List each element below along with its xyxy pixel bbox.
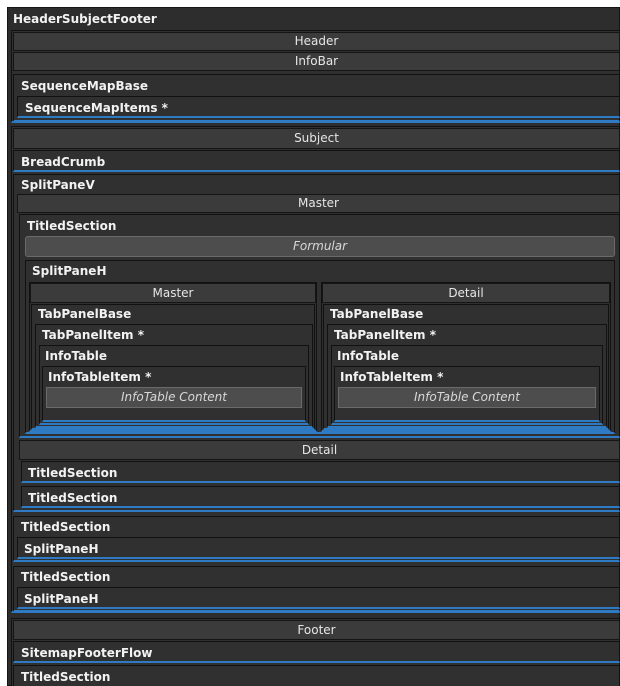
titled-section-group-2-title: TitledSection <box>21 570 111 584</box>
titled-section-group-1-title: TitledSection <box>21 520 111 534</box>
split-pane-v-title: SplitPaneV <box>21 178 95 192</box>
master-column-bar: Master <box>30 283 316 303</box>
sitemap-footer-flow: SitemapFooterFlow <box>13 641 620 663</box>
right-infotable-content: InfoTable Content <box>338 387 596 408</box>
detail-column-bar: Detail <box>322 283 610 303</box>
right-tab-panel-item-title: TabPanelItem * <box>334 328 436 342</box>
hsf-title: HeaderSubjectFooter <box>13 12 157 26</box>
sequence-map-base-title: SequenceMapBase <box>21 79 149 93</box>
footer-titled-section: TitledSection <box>13 665 620 686</box>
left-infotable-title: InfoTable <box>45 349 108 363</box>
detail-bar: Detail <box>19 440 620 460</box>
sequence-map-items: SequenceMapItems * <box>17 96 620 118</box>
right-infotable-title: InfoTable <box>337 349 400 363</box>
detail-titled-section-1: TitledSection <box>21 461 620 483</box>
left-tab-panel-item-title: TabPanelItem * <box>42 328 144 342</box>
left-infotable-content: InfoTable Content <box>46 387 302 408</box>
footer-bar: Footer <box>13 620 620 640</box>
right-tab-panel-base-title: TabPanelBase <box>330 307 424 321</box>
infobar-bar: InfoBar <box>13 52 620 71</box>
formular-bar: Formular <box>25 236 615 257</box>
split-pane-h-group-1: SplitPaneH <box>17 537 620 559</box>
subject-bar: Subject <box>13 128 620 149</box>
left-tab-panel-base-title: TabPanelBase <box>38 307 132 321</box>
master-bar-top: Master <box>17 194 620 213</box>
titled-section-master-title: TitledSection <box>27 219 117 233</box>
left-infotable-item-title: InfoTableItem * <box>48 370 152 384</box>
right-infotable-item-title: InfoTableItem * <box>340 370 444 384</box>
split-pane-h-group-2: SplitPaneH <box>17 587 620 609</box>
header-bar: Header <box>13 32 620 51</box>
breadcrumb-row: BreadCrumb <box>13 150 620 172</box>
detail-titled-section-2: TitledSection <box>21 486 620 508</box>
split-pane-h-inner-title: SplitPaneH <box>32 264 107 278</box>
